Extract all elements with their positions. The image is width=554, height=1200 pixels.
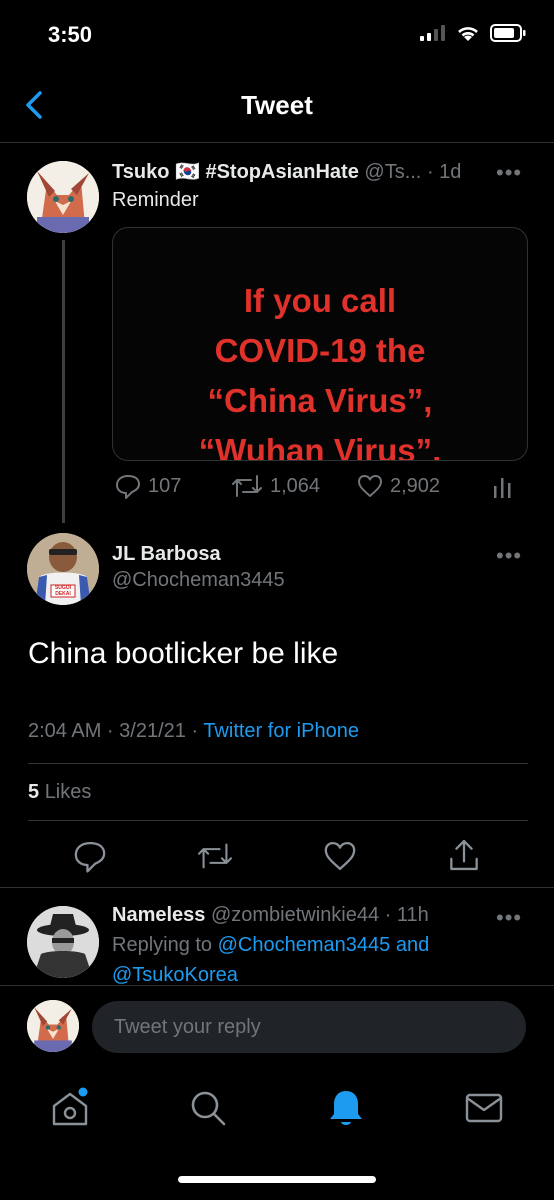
main-tweet-text: China bootlicker be like: [28, 637, 339, 670]
main-more-icon[interactable]: •••: [496, 543, 522, 569]
main-author-name[interactable]: JL Barbosa: [112, 543, 221, 566]
replying-to-line: Replying to @Chocheman3445 and: [112, 934, 429, 957]
divider: [28, 763, 528, 764]
signal-icon: [420, 25, 445, 41]
reply-header: Nameless @zombietwinkie44 · 11h: [112, 904, 429, 927]
home-indicator[interactable]: [178, 1176, 376, 1183]
reply-author-handle: @zombietwinkie44 · 11h: [210, 904, 429, 926]
tweet-image[interactable]: If you call COVID-19 the “China Virus”, …: [112, 227, 528, 461]
retweet-icon: [232, 475, 262, 497]
reply-count: 107: [148, 474, 182, 497]
reply-action[interactable]: 107: [114, 472, 181, 500]
retweet-action[interactable]: 1,064: [230, 472, 320, 500]
mention-link[interactable]: @Chocheman3445 and: [218, 934, 430, 956]
comment-icon: [116, 475, 140, 499]
reply-button-icon[interactable]: [72, 838, 108, 874]
messages-mail-icon[interactable]: [462, 1086, 506, 1130]
page-title: Tweet: [241, 90, 313, 120]
avatar-nameless[interactable]: [27, 906, 99, 978]
flag-emoji: 🇰🇷: [174, 161, 200, 183]
quoted-author-hashtag: #StopAsianHate: [205, 161, 359, 183]
main-author-handle[interactable]: @Chocheman3445: [112, 569, 285, 592]
tweet-source-link[interactable]: Twitter for iPhone: [203, 720, 359, 742]
quoted-tweet-header: Tsuko 🇰🇷 #StopAsianHate @Ts... · 1d: [112, 159, 461, 184]
image-text-line: “Wuhan Virus”,: [198, 432, 442, 461]
quoted-tweet-text: Reminder: [112, 189, 199, 211]
fox-avatar-icon: [27, 1000, 79, 1052]
battery-icon: [490, 24, 526, 42]
image-text-block: If you call COVID-19 the “China Virus”, …: [113, 276, 527, 461]
notifications-bell-icon[interactable]: [324, 1086, 368, 1130]
fox-avatar-icon: [27, 161, 99, 233]
image-text-line: If you call: [243, 282, 397, 319]
retweet-button-icon[interactable]: [195, 840, 235, 872]
retweet-count: 1,064: [270, 474, 321, 497]
notification-dot: [78, 1087, 88, 1097]
mention-link[interactable]: @TsukoKorea: [112, 964, 238, 987]
wifi-icon: [458, 27, 478, 41]
home-icon[interactable]: [48, 1086, 92, 1130]
reply-author-name[interactable]: Nameless: [112, 904, 205, 926]
quoted-author-handle: @Ts...: [364, 161, 422, 183]
quoted-time: · 1d: [426, 161, 462, 183]
status-icons: [420, 24, 526, 42]
shirt-text: SUGOI DEKAI: [54, 585, 72, 597]
heart-icon: [358, 475, 382, 497]
avatar-jl-barbosa[interactable]: SUGOI DEKAI: [27, 533, 99, 605]
divider: [28, 820, 528, 821]
reply-more-icon[interactable]: •••: [496, 905, 522, 931]
reply-input[interactable]: Tweet your reply: [92, 1001, 526, 1053]
tweet-timestamp: 2:04 AM · 3/21/21 ·: [28, 720, 199, 742]
share-icon[interactable]: [446, 836, 482, 874]
current-user-avatar[interactable]: [27, 1000, 79, 1052]
thread-line: [62, 240, 65, 523]
likes-summary[interactable]: 5 Likes: [28, 781, 91, 804]
like-count: 2,902: [390, 474, 441, 497]
like-button-icon[interactable]: [322, 838, 358, 874]
analytics-icon[interactable]: [492, 476, 512, 500]
tweet-meta: 2:04 AM · 3/21/21 · Twitter for iPhone: [28, 720, 359, 743]
avatar-tsuko[interactable]: [27, 161, 99, 233]
image-text-line: “China Virus”,: [207, 382, 433, 419]
divider: [0, 887, 554, 888]
status-time: 3:50: [48, 22, 93, 47]
reply-placeholder: Tweet your reply: [114, 1016, 261, 1038]
image-text-line: COVID-19 the: [214, 332, 426, 369]
likes-count: 5: [28, 781, 40, 803]
quoted-more-icon[interactable]: •••: [496, 160, 522, 186]
quoted-author-name[interactable]: Tsuko: [112, 161, 169, 183]
likes-label: Likes: [44, 781, 92, 803]
search-icon[interactable]: [186, 1086, 230, 1130]
masked-figure-avatar-icon: [27, 906, 99, 978]
like-action[interactable]: 2,902: [356, 472, 440, 500]
replying-to-label: Replying to: [112, 934, 213, 956]
